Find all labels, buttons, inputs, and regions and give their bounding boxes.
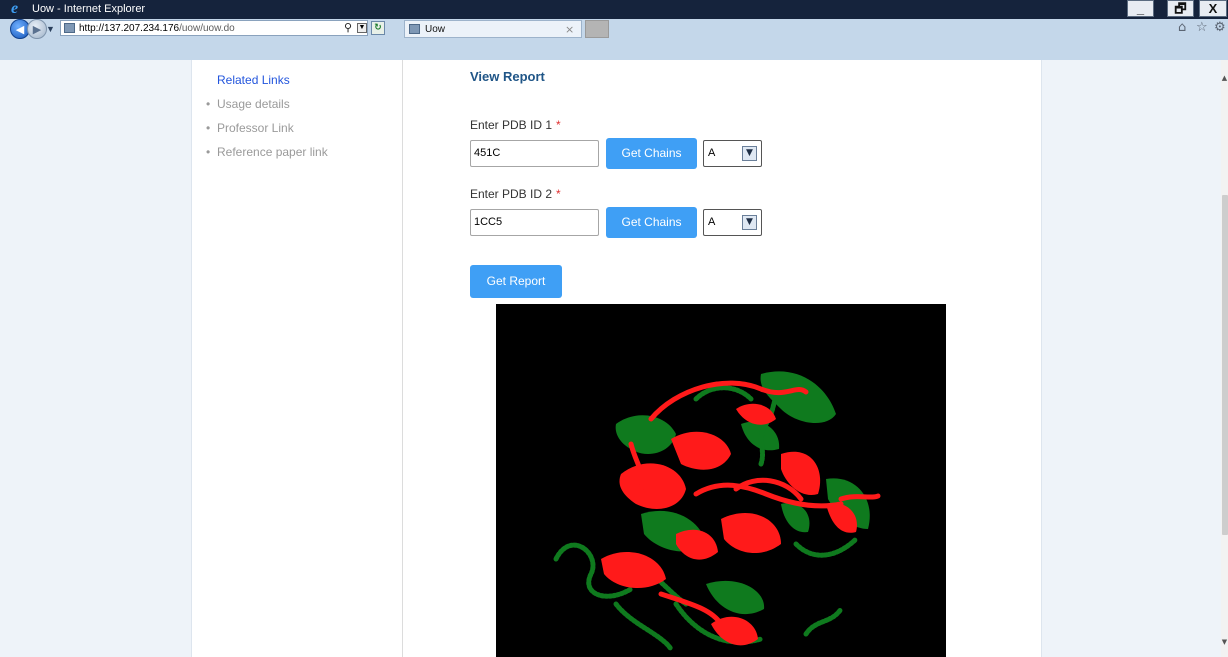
bullet-icon: •: [206, 145, 211, 159]
bullet-icon: •: [206, 97, 211, 111]
chain-1-select[interactable]: A ▼: [703, 140, 762, 167]
favorites-star-icon[interactable]: ☆: [1196, 21, 1208, 35]
sidebar-item-usage-details[interactable]: • Usage details: [206, 97, 328, 121]
forward-button[interactable]: ▶: [27, 19, 47, 39]
chevron-down-icon[interactable]: ▼: [742, 215, 757, 230]
search-icon[interactable]: ⚲: [344, 21, 352, 34]
sidebar-item-reference-paper-link[interactable]: • Reference paper link: [206, 145, 328, 169]
back-arrow-icon: ◀: [15, 22, 25, 36]
tab-uow[interactable]: Uow ×: [404, 20, 582, 38]
new-tab-button[interactable]: [585, 20, 609, 38]
get-report-button[interactable]: Get Report: [470, 265, 562, 298]
scroll-up-icon[interactable]: ▲: [1221, 74, 1228, 82]
related-links-heading: Related Links: [217, 73, 290, 87]
recent-pages-dropdown-icon[interactable]: ▼: [46, 24, 55, 34]
home-icon[interactable]: ⌂: [1178, 21, 1186, 35]
tools-gear-icon[interactable]: ⚙: [1214, 21, 1226, 35]
bullet-icon: •: [206, 121, 211, 135]
address-bar[interactable]: http://137.207.234.176/uow/uow.do ⚲ ▼: [60, 20, 368, 36]
pdb-id-1-label: Enter PDB ID 1 *: [470, 118, 561, 132]
sidebar-item-professor-link[interactable]: • Professor Link: [206, 121, 328, 145]
scroll-down-icon[interactable]: ▼: [1221, 638, 1228, 646]
related-links-list: • Usage details • Professor Link • Referenc…: [206, 97, 328, 169]
tab-label: Uow: [425, 24, 446, 35]
tab-close-icon[interactable]: ×: [565, 23, 574, 36]
page-content: Related Links • Usage details • Professor …: [0, 60, 1228, 657]
pdb-id-1-input[interactable]: 451C: [470, 140, 599, 167]
forward-arrow-icon: ▶: [32, 22, 42, 36]
page-title: View Report: [470, 69, 545, 84]
pdb-id-2-input[interactable]: 1CC5: [470, 209, 599, 236]
address-dropdown-icon[interactable]: ▼: [357, 23, 367, 33]
refresh-icon[interactable]: ↻: [371, 21, 385, 35]
chain-1-value: A: [708, 147, 716, 159]
internet-explorer-logo-icon: e: [11, 0, 19, 17]
window-title-bar: e Uow - Internet Explorer _ 🗗 X: [0, 0, 1228, 19]
chevron-down-icon[interactable]: ▼: [742, 146, 757, 161]
address-url[interactable]: http://137.207.234.176/uow/uow.do: [79, 22, 235, 35]
tab-favicon-icon: [409, 24, 420, 34]
chain-2-select[interactable]: A ▼: [703, 209, 762, 236]
protein-structure-viewer[interactable]: [496, 304, 946, 657]
get-chains-2-button[interactable]: Get Chains: [606, 207, 697, 238]
required-marker: *: [556, 187, 561, 201]
chain-2-value: A: [708, 216, 716, 228]
browser-toolbar: ◀ ▶ ▼ http://137.207.234.176/uow/uow.do …: [0, 19, 1228, 61]
required-marker: *: [556, 118, 561, 132]
main-panel: View Report Enter PDB ID 1 * 451C Get Cha…: [403, 60, 1041, 657]
vertical-scrollbar[interactable]: ▲ ▼: [1221, 60, 1228, 657]
site-favicon-icon: [64, 23, 75, 33]
pdb-id-2-label: Enter PDB ID 2 *: [470, 187, 561, 201]
left-page-margin: [0, 60, 192, 657]
get-chains-1-button[interactable]: Get Chains: [606, 138, 697, 169]
restore-button[interactable]: 🗗: [1167, 0, 1194, 17]
minimize-button[interactable]: _: [1127, 0, 1154, 17]
protein-superposition-image: [553, 371, 881, 652]
related-links-sidebar: Related Links • Usage details • Professor …: [192, 60, 403, 657]
right-page-margin: [1041, 60, 1222, 657]
close-window-button[interactable]: X: [1199, 0, 1227, 17]
scrollbar-thumb[interactable]: [1222, 195, 1228, 535]
window-title: Uow - Internet Explorer: [32, 3, 146, 15]
